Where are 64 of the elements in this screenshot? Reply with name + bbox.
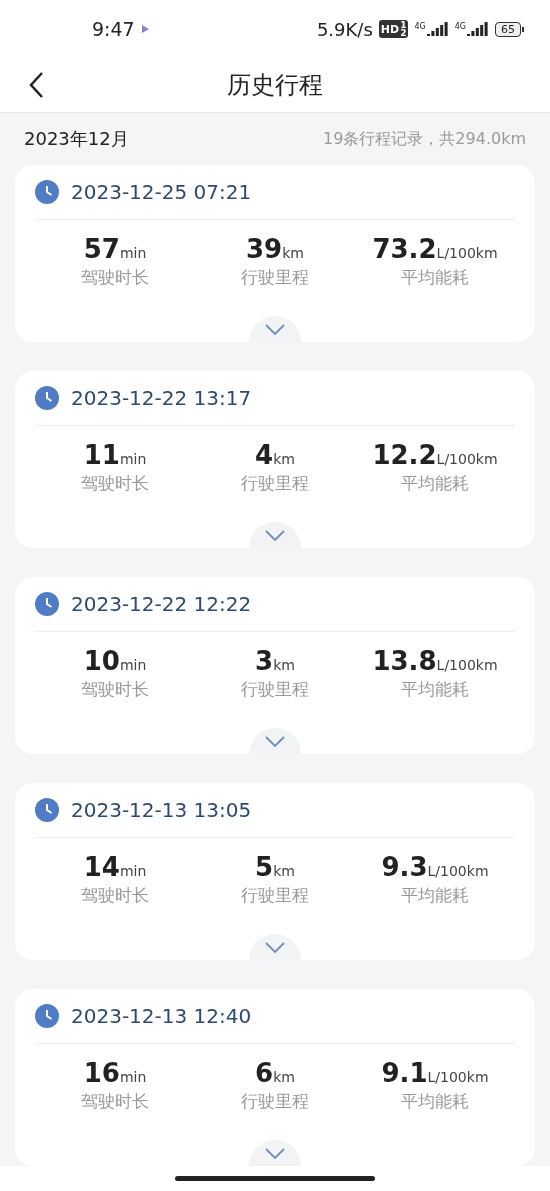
stat-value: 14min [83,852,147,882]
stat-label: 平均能耗 [401,266,469,289]
stat-label: 驾驶时长 [81,472,149,495]
page-title: 历史行程 [227,70,323,101]
expand-button[interactable] [249,728,301,754]
stat-label: 行驶里程 [241,1090,309,1113]
trip-card[interactable]: 2023-12-22 13:17 11 min 驾驶时长 4km 行驶里程 12.2 L/100km 平均能耗 [15,371,535,548]
stat-label: 平均能耗 [401,678,469,701]
stat-label: 驾驶时长 [81,266,149,289]
stat-value: 10min [83,646,147,676]
clock-icon [35,592,59,616]
stat-value: 5km [255,852,295,882]
expand-button[interactable] [249,522,301,548]
trip-card[interactable]: 2023-12-13 12:40 16min 驾驶时长 6km 行驶里程 9.1 L/100km 平均能耗 [15,989,535,1166]
chevron-down-icon [265,323,285,335]
status-time: 9:47 [92,18,135,40]
month-label: 2023年12月 [24,127,129,151]
stat-label: 行驶里程 [241,884,309,907]
network-speed: 5.9K/s [316,18,373,40]
stat-value: 3 km [255,646,295,676]
stat-label: 平均能耗 [401,884,469,907]
stat-label: 平均能耗 [401,1090,469,1113]
expand-button[interactable] [249,316,301,342]
chevron-down-icon [265,1147,285,1159]
clock-icon [35,386,59,410]
battery-indicator: 65 [495,21,524,37]
stat-label: 行驶里程 [241,472,309,495]
stat-value: 12.2 L/100km [372,440,498,470]
clock-icon [35,180,59,204]
stat-value: 39km [246,234,304,264]
trip-card[interactable]: 2023-12-13 13:05 14min 驾驶时长 5km 行驶里程 9.3 L/100km 平均能耗 [15,783,535,960]
chevron-down-icon [265,529,285,541]
trip-datetime: 2023-12-22 12:22 [71,592,252,616]
stat-label: 驾驶时长 [81,884,149,907]
stat-value: 11 min [83,440,147,470]
stat-value: 73.2 L/100km [372,234,498,264]
stat-label: 驾驶时长 [81,1090,149,1113]
trip-datetime: 2023-12-13 12:40 [71,1004,252,1028]
signal-indicator: 4G [414,22,449,36]
trip-card[interactable]: 2023-12-25 07:21 57 min 驾驶时长 39km 行驶里程 73.2 L/100km 平均能耗 [15,165,535,342]
stat-value: 4km [255,440,295,470]
stat-value: 57 min [83,234,147,264]
trip-datetime: 2023-12-13 13:05 [71,798,252,822]
trip-datetime: 2023-12-22 13:17 [71,386,252,410]
stat-value: 16min [83,1058,147,1088]
stat-label: 行驶里程 [241,266,309,289]
stat-value: 9.3 L/100km [381,852,489,882]
stat-value: 6km [255,1058,295,1088]
chevron-down-icon [265,941,285,953]
stat-label: 平均能耗 [401,472,469,495]
stat-label: 行驶里程 [241,678,309,701]
stat-value: 9.1 L/100km [381,1058,489,1088]
stat-label: 驾驶时长 [81,678,149,701]
expand-button[interactable] [249,934,301,960]
trip-datetime: 2023-12-25 07:21 [71,180,252,204]
chevron-down-icon [265,735,285,747]
play-icon [140,24,150,34]
trip-summary: 19条行程记录，共294.0km [323,128,526,150]
signal-indicator: 4G [454,22,489,36]
expand-button[interactable] [249,1140,301,1166]
clock-icon [35,798,59,822]
stat-value: 13.8 L/100km [372,646,498,676]
clock-icon [35,1004,59,1028]
trip-card[interactable]: 2023-12-22 12:22 10min 驾驶时长 3 km 行驶里程 13.8 L/100km 平均能耗 [15,577,535,754]
